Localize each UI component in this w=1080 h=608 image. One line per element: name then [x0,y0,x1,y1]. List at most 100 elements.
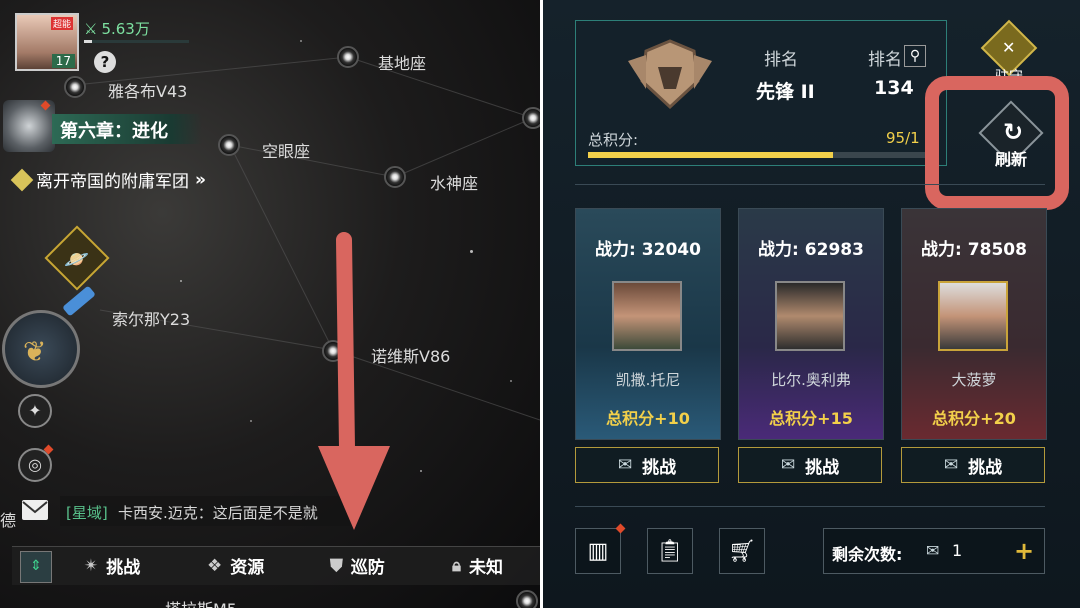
opponent-avatar [938,281,1008,351]
tab-label: 资源 [230,558,265,578]
arrow-annotation [318,232,390,530]
add-attempts-icon[interactable]: + [1014,537,1034,565]
opponent-power: 78508 [967,240,1027,260]
challenge-button[interactable]: ✉ 挑战 [738,447,882,483]
rank-label: 排名 [868,50,902,70]
tab-unknown[interactable]: 🔒︎ 未知 [452,553,504,579]
shop-button[interactable]: 🛒︎ [719,528,765,574]
tier-label: 排名 [764,50,798,70]
place-label[interactable]: 德 [0,507,16,531]
place-label[interactable]: 雅各布V43 [108,78,187,102]
challenge-button[interactable]: ✉ 挑战 [901,447,1045,483]
opponent-avatar [612,281,682,351]
player-avatar[interactable]: 超能 17 [15,13,79,71]
garrison-label: 驻守 [995,66,1023,76]
tab-label: 未知 [469,558,504,578]
rank-box: 排名 先锋 II 排名 ⚲ 134 总积分: 95/1 [575,20,947,166]
chat-channel: [星域] [66,504,108,522]
player-power: 5.63万 [101,20,150,38]
avatar-badge: 超能 [51,17,74,30]
place-label[interactable]: 索尔那Y23 [112,306,190,330]
radar-icon[interactable]: ◎ [18,444,54,482]
tab-patrol[interactable]: ⛊ 巡防 [330,553,385,579]
map-node[interactable] [516,590,538,608]
place-label[interactable]: 基地座 [378,50,426,74]
ticket-icon: ✉ [780,455,796,475]
lock-icon: 🔒︎ [452,555,462,576]
power-display: ⚔ 5.63万 [84,18,150,39]
tab-challenge[interactable]: ✴ 挑战 [84,553,141,579]
power-label: 战力: [758,240,799,260]
highlight-annotation [925,76,1069,210]
place-label[interactable]: 空眼座 [262,138,310,162]
opponent-avatar [775,281,845,351]
opponent-power: 62983 [804,240,864,260]
chat-message: 卡西安.迈克：这后面是不是就 [118,504,318,522]
place-label[interactable]: 水神座 [430,170,478,194]
swords-icon: ⚔ [84,19,98,38]
quest-diamond-icon [10,168,34,191]
challenge-label: 挑战 [968,457,1003,478]
opponent-name: 比尔.奥利弗 [771,371,851,389]
gem-icon: ❖ [207,555,223,576]
search-icon[interactable]: ⚲ [904,45,926,67]
remaining-attempts: 剩余次数: ✉ 1 + [823,528,1045,574]
chapter-emblem-icon[interactable] [3,100,55,152]
phoenix-emblem-icon[interactable]: ❦ [2,310,80,388]
map-node[interactable] [218,134,240,156]
chapter-banner[interactable]: 第六章：进化 [52,114,202,144]
map-node[interactable] [384,166,406,188]
remaining-label: 剩余次数: [832,545,903,564]
exp-bar [84,40,189,43]
expand-toggle-icon[interactable]: ⇕ [20,551,52,583]
rank-value: 134 [874,77,914,99]
fleet-icon[interactable]: ✦ [18,394,52,428]
spikes-icon: ✴ [84,555,99,576]
ticket-icon: ✉ [926,541,940,560]
bar-chart-icon: ▥ [587,538,609,564]
opponent-name: 凯撒.托尼 [615,371,681,389]
ticket-icon: ✉ [943,455,959,475]
chat-bar[interactable]: [星域] 卡西安.迈克：这后面是不是就 [60,496,350,526]
quest-link[interactable]: 离开帝国的附庸军团 » [10,167,206,192]
map-node[interactable] [64,76,86,98]
opponent-score: 总积分+10 [606,409,690,428]
tab-label: 巡防 [350,558,385,578]
chapter-title: 第六章：进化 [60,121,168,142]
challenge-label: 挑战 [642,457,677,478]
quest-title: 离开帝国的附庸军团 [36,172,189,192]
power-label: 战力: [595,240,636,260]
player-level: 17 [51,54,75,68]
help-icon[interactable]: ? [94,51,116,73]
opponent-power: 32040 [641,240,701,260]
clipboard-icon: 📋︎ [656,538,684,564]
opponent-name: 大菠萝 [951,371,997,389]
notification-dot [615,523,626,534]
bottom-tab-bar: ⇕ ✴ 挑战 ❖ 资源 ⛊ 巡防 🔒︎ 未知 [12,546,540,585]
stats-button[interactable]: ▥ [575,523,626,574]
map-node[interactable] [337,46,359,68]
opponent-card[interactable]: 战力: 78508 大菠萝 总积分+20 [901,208,1047,440]
records-button[interactable]: 📋︎ [647,528,693,574]
score-label: 总积分: [588,131,639,149]
remaining-value: 1 [952,541,963,560]
cart-icon: 🛒︎ [728,538,756,564]
opponent-card[interactable]: 战力: 32040 凯撒.托尼 总积分+10 [575,208,721,440]
score-value: 95/1 [886,129,920,147]
tab-label: 挑战 [106,558,141,578]
shield-icon: ⛊ [330,555,343,576]
tab-resources[interactable]: ❖ 资源 [207,553,265,579]
mail-icon[interactable] [22,500,48,520]
challenge-label: 挑战 [805,457,840,478]
place-label[interactable]: 塔拉斯M5 [165,596,237,608]
ranking-panel: 排名 先锋 II 排名 ⚲ 134 总积分: 95/1 ✕ 驻守 ↻ 刷新 战力… [543,0,1080,608]
double-chevron-icon: » [195,169,206,190]
score-progress-bar [588,152,928,158]
map-node[interactable] [522,107,540,129]
challenge-button[interactable]: ✉ 挑战 [575,447,719,483]
star-map-panel: 基地座 雅各布V43 空眼座 水神座 索尔那Y23 诺维斯V86 德 塔拉斯M5… [0,0,540,608]
opponent-card[interactable]: 战力: 62983 比尔.奥利弗 总积分+15 [738,208,884,440]
notification-dot [40,100,51,111]
close-x-icon: ✕ [1002,38,1016,57]
opponent-score: 总积分+20 [932,409,1016,428]
